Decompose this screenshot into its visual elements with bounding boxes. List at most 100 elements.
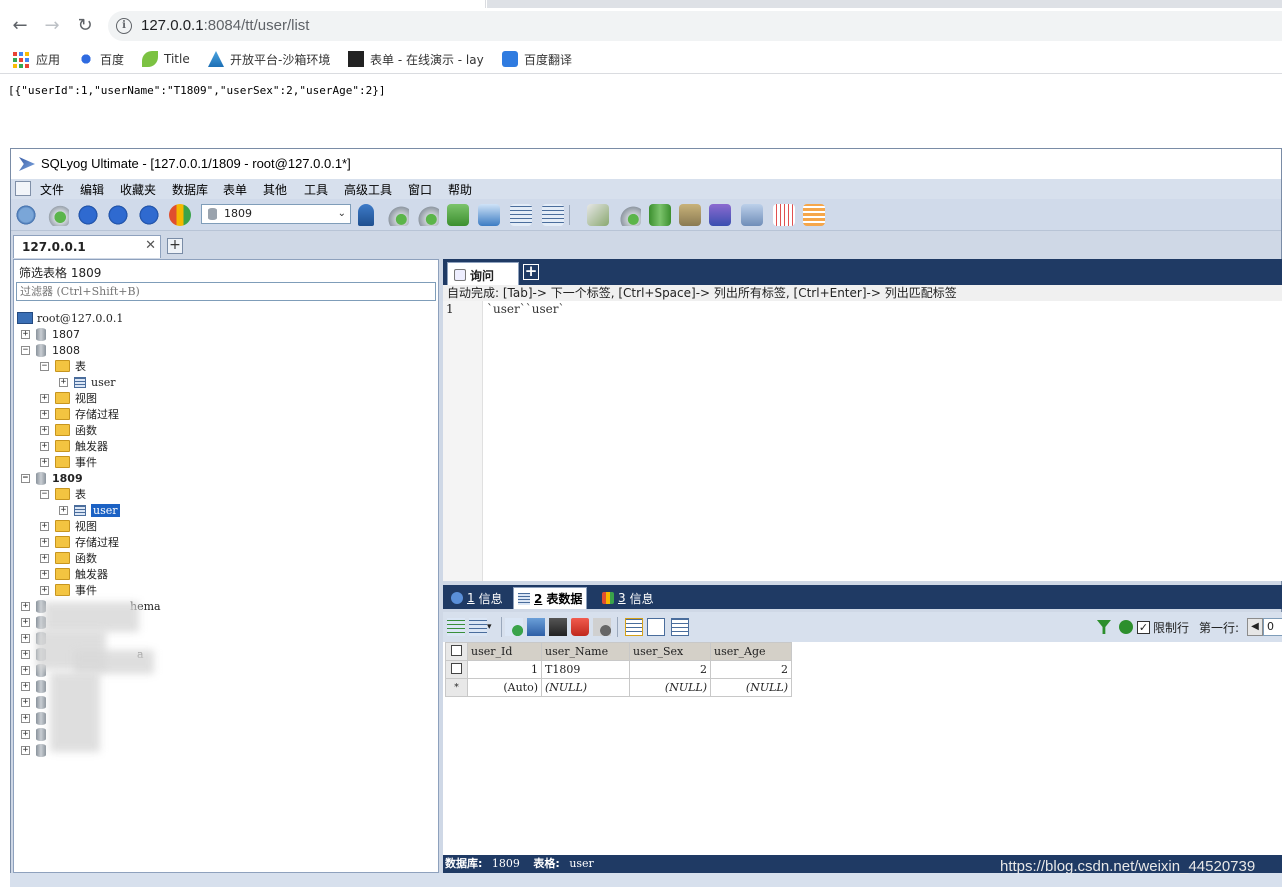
expand-icon[interactable]: +: [21, 681, 30, 691]
column-header-user-name[interactable]: user_Name: [541, 642, 630, 661]
column-header-user-id[interactable]: user_Id: [467, 642, 542, 661]
tree-node-db-obscured[interactable]: +: [21, 742, 52, 758]
collapse-icon[interactable]: −: [40, 489, 49, 499]
chevron-down-icon[interactable]: ⌄: [338, 205, 346, 223]
tree-node-procedures[interactable]: + 存储过程: [40, 534, 119, 550]
user-manager-icon[interactable]: [358, 204, 374, 226]
expand-icon[interactable]: +: [40, 537, 49, 547]
expand-icon[interactable]: +: [21, 665, 30, 675]
expand-icon[interactable]: +: [21, 329, 30, 339]
previous-page-icon[interactable]: ◀: [1247, 618, 1263, 636]
tree-node-triggers[interactable]: + 触发器: [40, 438, 108, 454]
add-query-tab-button[interactable]: +: [523, 264, 539, 280]
cell-user-age[interactable]: 2: [710, 660, 792, 679]
menu-help[interactable]: 帮助: [448, 181, 472, 198]
text-view-icon[interactable]: [671, 618, 689, 636]
expand-icon[interactable]: +: [40, 569, 49, 579]
bookmark-apps[interactable]: 应用: [12, 50, 60, 68]
connect-icon[interactable]: [15, 204, 37, 226]
expand-icon[interactable]: +: [21, 729, 30, 739]
stop-query-icon[interactable]: [169, 204, 191, 226]
tree-node-db-obscured[interactable]: +: [21, 726, 52, 742]
menu-file[interactable]: 文件: [40, 181, 64, 198]
schema-designer-icon[interactable]: [773, 204, 795, 226]
expand-icon[interactable]: +: [40, 585, 49, 595]
expand-icon[interactable]: +: [40, 393, 49, 403]
expand-icon[interactable]: +: [21, 745, 30, 755]
job-agent-icon[interactable]: [679, 204, 701, 226]
cell-user-sex[interactable]: (NULL): [629, 678, 711, 697]
reload-icon[interactable]: ↻: [75, 16, 95, 36]
tree-node-views[interactable]: + 视图: [40, 390, 97, 406]
tree-node-events[interactable]: + 事件: [40, 582, 97, 598]
tree-node-db-obscured[interactable]: +: [21, 710, 52, 726]
cell-user-sex[interactable]: 2: [629, 660, 711, 679]
back-arrow-icon[interactable]: ←: [10, 16, 30, 36]
expand-icon[interactable]: +: [40, 441, 49, 451]
expand-icon[interactable]: +: [40, 457, 49, 467]
cell-user-id[interactable]: (Auto): [467, 678, 542, 697]
monitor-icon[interactable]: [741, 204, 763, 226]
refresh-icon[interactable]: [1118, 620, 1133, 634]
collapse-icon[interactable]: −: [40, 361, 49, 371]
forward-arrow-icon[interactable]: →: [42, 16, 62, 36]
visual-explain-icon[interactable]: [803, 204, 825, 226]
tree-node-table-user-selected[interactable]: + user: [59, 502, 120, 518]
menu-edit[interactable]: 编辑: [80, 181, 104, 198]
insert-row-icon[interactable]: [447, 618, 465, 636]
query-builder-icon[interactable]: [587, 204, 609, 226]
create-database-icon[interactable]: [387, 204, 409, 226]
menu-favorites[interactable]: 收藏夹: [120, 181, 156, 198]
table-row[interactable]: 1 T1809 2 2: [445, 660, 792, 679]
document-menu-icon[interactable]: [15, 181, 31, 196]
tree-node-db-1809[interactable]: − 1809: [21, 470, 83, 486]
execute-all-icon[interactable]: [107, 204, 129, 226]
expand-icon[interactable]: +: [40, 425, 49, 435]
expand-icon[interactable]: +: [40, 553, 49, 563]
database-select[interactable]: 1809 ⌄: [201, 204, 351, 224]
expand-icon[interactable]: +: [21, 633, 30, 643]
first-row-input[interactable]: 0: [1263, 618, 1282, 636]
cell-user-id[interactable]: 1: [467, 660, 542, 679]
tree-node-events[interactable]: + 事件: [40, 454, 97, 470]
query-tab[interactable]: 询问: [447, 262, 519, 285]
column-header-user-sex[interactable]: user_Sex: [629, 642, 711, 661]
tree-node-db-obscured[interactable]: +: [21, 694, 52, 710]
expand-icon[interactable]: +: [21, 697, 30, 707]
cell-user-name[interactable]: (NULL): [541, 678, 630, 697]
export-icon[interactable]: [469, 618, 487, 636]
bookmark-baidu[interactable]: 百度: [78, 50, 124, 68]
menu-advanced-tools[interactable]: 高级工具: [344, 181, 392, 198]
form-view-icon[interactable]: [647, 618, 665, 636]
expand-icon[interactable]: +: [21, 649, 30, 659]
column-header-user-age[interactable]: user_Age: [710, 642, 792, 661]
export-dropdown-icon[interactable]: ▾: [487, 618, 497, 636]
connection-tab[interactable]: 127.0.0.1 ✕: [13, 235, 161, 258]
menu-other[interactable]: 其他: [263, 181, 287, 198]
editor-code[interactable]: `user``user`: [487, 302, 564, 316]
schema-icon[interactable]: [542, 204, 564, 226]
tab-info-3[interactable]: 3 信息: [598, 587, 658, 609]
menu-table[interactable]: 表单: [223, 181, 247, 198]
filter-funnel-icon[interactable]: [1096, 620, 1111, 634]
import-icon[interactable]: [478, 204, 500, 226]
save-icon[interactable]: [549, 618, 567, 636]
expand-icon[interactable]: +: [21, 617, 30, 627]
tree-node-views[interactable]: + 视图: [40, 518, 97, 534]
execute-edit-icon[interactable]: [138, 204, 160, 226]
filter-input[interactable]: [16, 282, 436, 301]
tree-node-functions[interactable]: + 函数: [40, 422, 97, 438]
delete-icon[interactable]: [571, 618, 589, 636]
menu-window[interactable]: 窗口: [408, 181, 432, 198]
backup-icon[interactable]: [447, 204, 469, 226]
add-row-icon[interactable]: [505, 618, 523, 636]
expand-icon[interactable]: +: [21, 601, 30, 611]
execute-query-icon[interactable]: [77, 204, 99, 226]
tree-node-db-obscured[interactable]: +: [21, 678, 52, 694]
compare-icon[interactable]: [649, 204, 671, 226]
expand-icon[interactable]: +: [40, 409, 49, 419]
collapse-icon[interactable]: −: [21, 473, 30, 483]
expand-icon[interactable]: +: [40, 521, 49, 531]
site-info-icon[interactable]: i: [116, 18, 132, 34]
limit-rows-checkbox[interactable]: ✓: [1136, 620, 1150, 634]
